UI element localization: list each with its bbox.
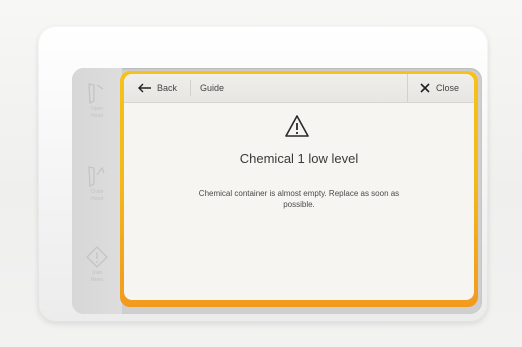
side-item-user-menu[interactable]: User Menu (72, 244, 122, 284)
open-hood-icon (72, 80, 122, 106)
back-button-label: Back (157, 83, 178, 93)
back-button[interactable]: Back (124, 74, 190, 102)
alert-title: Chemical 1 low level (239, 151, 359, 166)
topbar-divider (190, 80, 191, 96)
photo-background: Open Hood Close Hood User Menu Back Guid… (0, 0, 522, 347)
side-item-user-menu-label: User Menu (90, 270, 104, 283)
close-hood-icon (72, 163, 122, 189)
info-diamond-icon (72, 244, 122, 270)
top-bar: Back Guide Close (124, 74, 474, 103)
screen: Back Guide Close Chemical 1 low level Ch… (124, 74, 474, 300)
warning-triangle-icon (285, 115, 309, 137)
close-button[interactable]: Close (407, 74, 474, 102)
side-item-open-hood[interactable]: Open Hood (72, 80, 122, 120)
close-button-label: Close (436, 83, 460, 93)
arrow-left-icon (138, 83, 151, 93)
alert-message: Chemical container is almost empty. Repl… (198, 189, 400, 209)
close-icon (420, 83, 430, 93)
breadcrumb: Guide (200, 83, 225, 93)
side-item-open-hood-label: Open Hood (90, 106, 104, 119)
side-item-close-hood[interactable]: Close Hood (72, 163, 122, 203)
side-item-close-hood-label: Close Hood (90, 189, 104, 202)
